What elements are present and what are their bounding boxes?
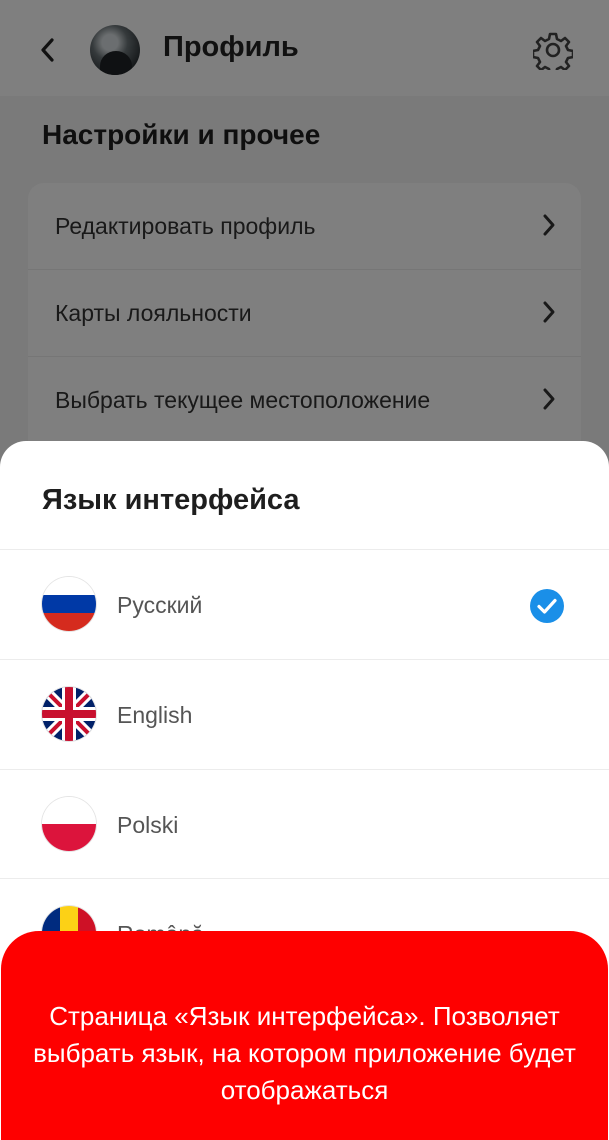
language-label: Русский <box>117 592 203 618</box>
language-option-english[interactable]: English <box>0 660 609 769</box>
flag-ru-icon <box>42 577 96 631</box>
sheet-title: Язык интерфейса <box>42 484 300 516</box>
language-label: Polski <box>117 812 179 838</box>
language-label: English <box>117 702 193 728</box>
screen: Профиль Настройки и прочее Редактировать… <box>0 0 609 1140</box>
language-option-polish[interactable]: Polski <box>0 770 609 879</box>
annotation-banner: Страница «Язык интерфейса». Позволяет вы… <box>1 931 608 1140</box>
flag-gb-icon <box>42 687 96 741</box>
annotation-text: Страница «Язык интерфейса». Позволяет вы… <box>33 1001 576 1105</box>
check-circle-icon <box>530 589 564 623</box>
language-option-russian[interactable]: Русский <box>0 550 609 659</box>
flag-pl-icon <box>42 797 96 851</box>
